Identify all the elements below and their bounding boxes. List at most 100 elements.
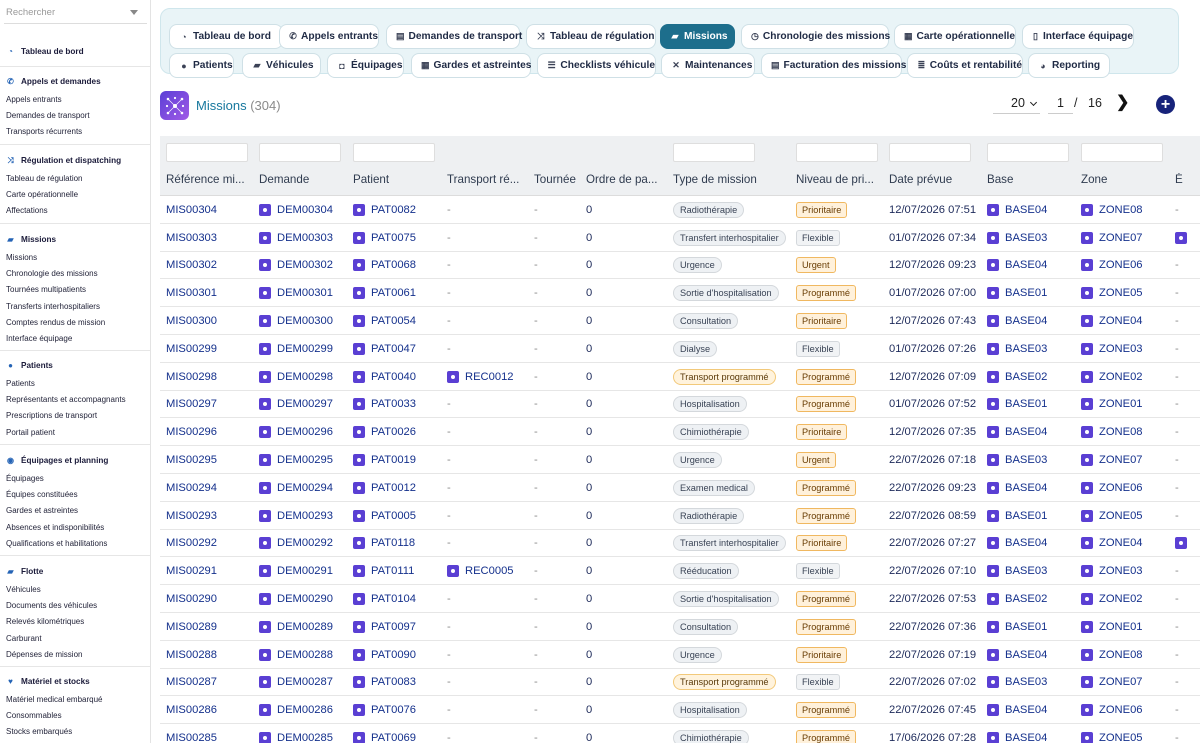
column-filter-input[interactable] bbox=[987, 143, 1069, 162]
record-link[interactable]: DEM00301 bbox=[277, 287, 333, 299]
mission-ref-link[interactable]: MIS00290 bbox=[166, 593, 217, 605]
mission-ref-link[interactable]: MIS00297 bbox=[166, 398, 217, 410]
record-link[interactable]: ZONE08 bbox=[1099, 204, 1143, 216]
record-link[interactable]: ZONE08 bbox=[1099, 426, 1143, 438]
record-link[interactable]: PAT0005 bbox=[371, 510, 416, 522]
record-link[interactable]: PAT0097 bbox=[371, 621, 416, 633]
record-link[interactable]: PAT0104 bbox=[371, 593, 416, 605]
record-link[interactable]: ZONE07 bbox=[1099, 676, 1143, 688]
record-link[interactable]: PAT0012 bbox=[371, 482, 416, 494]
record-link[interactable]: PAT0068 bbox=[371, 259, 416, 271]
column-header[interactable]: Date prévue bbox=[889, 173, 952, 186]
record-link[interactable]: BASE01 bbox=[1005, 287, 1047, 299]
mission-ref-link[interactable]: MIS00295 bbox=[166, 454, 217, 466]
table-row[interactable]: MIS00293 DEM00293 PAT0005 - - 0 Radiothérapie P… bbox=[160, 502, 1200, 530]
record-link[interactable]: BASE03 bbox=[1005, 343, 1047, 355]
record-link[interactable]: DEM00295 bbox=[277, 454, 333, 466]
mission-ref-link[interactable]: MIS00296 bbox=[166, 426, 217, 438]
record-link[interactable]: BASE01 bbox=[1005, 398, 1047, 410]
record-link[interactable]: DEM00289 bbox=[277, 621, 333, 633]
column-header[interactable]: Patient bbox=[353, 173, 389, 186]
mission-ref-link[interactable]: MIS00303 bbox=[166, 232, 217, 244]
tab-carte-op-rationnelle[interactable]: ▦ Carte opérationnelle bbox=[894, 24, 1016, 49]
sidebar-section-phone[interactable]: ✆ Appels et demandes bbox=[0, 73, 150, 89]
record-link[interactable]: PAT0090 bbox=[371, 649, 416, 661]
record-link[interactable]: PAT0118 bbox=[371, 537, 415, 549]
record-link[interactable]: ZONE01 bbox=[1099, 621, 1143, 633]
mission-ref-link[interactable]: MIS00289 bbox=[166, 621, 217, 633]
record-link[interactable]: DEM00286 bbox=[277, 704, 333, 716]
tab-interface-quipage[interactable]: ▯ Interface équipage bbox=[1022, 24, 1134, 49]
record-link[interactable]: BASE03 bbox=[1005, 676, 1047, 688]
record-link[interactable]: DEM00300 bbox=[277, 315, 333, 327]
record-link[interactable]: PAT0026 bbox=[371, 426, 416, 438]
sidebar-item[interactable]: Absences et indisponibilités bbox=[0, 520, 150, 536]
chevron-down-icon[interactable] bbox=[130, 10, 138, 15]
column-header[interactable]: Niveau de pri... bbox=[796, 173, 874, 186]
tab-co-ts-et-rentabilit-[interactable]: ≣ Coûts et rentabilité bbox=[907, 53, 1023, 78]
column-header[interactable]: Type de mission bbox=[673, 173, 757, 186]
sidebar-item[interactable]: Documents des véhicules bbox=[0, 598, 150, 614]
mission-ref-link[interactable]: MIS00292 bbox=[166, 537, 217, 549]
mission-ref-link[interactable]: MIS00299 bbox=[166, 343, 217, 355]
table-row[interactable]: MIS00301 DEM00301 PAT0061 - - 0 Sortie d'hospi… bbox=[160, 279, 1200, 308]
sidebar-item[interactable]: Équipes constituées bbox=[0, 487, 150, 503]
mission-ref-link[interactable]: MIS00298 bbox=[166, 371, 217, 383]
sidebar-item[interactable]: Gardes et astreintes bbox=[0, 503, 150, 519]
sidebar-item[interactable]: Prescriptions de transport bbox=[0, 408, 150, 424]
next-page-button[interactable]: ❯ bbox=[1116, 92, 1129, 112]
record-link[interactable]: PAT0082 bbox=[371, 204, 416, 216]
page-number-input[interactable]: 1 bbox=[1048, 96, 1073, 114]
record-link[interactable]: REC0012 bbox=[465, 371, 514, 383]
record-link[interactable]: DEM00297 bbox=[277, 398, 333, 410]
table-row[interactable]: MIS00300 DEM00300 PAT0054 - - 0 Consultation Pr… bbox=[160, 307, 1200, 335]
sidebar-item[interactable]: Interface équipage bbox=[0, 331, 150, 347]
column-header[interactable]: Demande bbox=[259, 173, 309, 186]
tab-tableau-de-bord[interactable]: ◔ Tableau de bord bbox=[169, 24, 283, 49]
column-header[interactable]: Base bbox=[987, 173, 1013, 186]
table-row[interactable]: MIS00287 DEM00287 PAT0083 - - 0 Transport prog… bbox=[160, 669, 1200, 697]
column-header[interactable]: Zone bbox=[1081, 173, 1107, 186]
tab-missions[interactable]: ▰ Missions bbox=[660, 24, 735, 49]
record-link[interactable]: DEM00287 bbox=[277, 676, 333, 688]
sidebar-item[interactable]: Tableau de régulation bbox=[0, 171, 150, 187]
tab-reporting[interactable]: ◕ Reporting bbox=[1028, 53, 1110, 78]
tab-maintenances[interactable]: ✕ Maintenances bbox=[661, 53, 755, 78]
record-link[interactable]: PAT0033 bbox=[371, 398, 416, 410]
tab-demandes-de-transport[interactable]: ▤ Demandes de transport bbox=[386, 24, 522, 49]
record-link[interactable]: ZONE07 bbox=[1099, 232, 1143, 244]
record-link[interactable]: PAT0075 bbox=[371, 232, 416, 244]
record-link[interactable]: PAT0076 bbox=[371, 704, 416, 716]
sidebar-item[interactable]: Qualifications et habilitations bbox=[0, 536, 150, 552]
column-filter-input[interactable] bbox=[166, 143, 248, 162]
sidebar-item[interactable]: Affectations bbox=[0, 203, 150, 219]
sidebar-section-person[interactable]: ● Patients bbox=[0, 357, 150, 373]
record-link[interactable]: DEM00296 bbox=[277, 426, 333, 438]
sidebar-item[interactable]: Transports récurrents bbox=[0, 124, 150, 140]
mission-ref-link[interactable]: MIS00304 bbox=[166, 204, 217, 216]
sidebar-item[interactable]: Relevés kilométriques bbox=[0, 614, 150, 630]
sidebar-item[interactable]: Comptes rendus de mission bbox=[0, 315, 150, 331]
record-link[interactable]: BASE04 bbox=[1005, 649, 1047, 661]
record-link[interactable]: PAT0054 bbox=[371, 315, 416, 327]
record-link[interactable]: DEM00294 bbox=[277, 482, 333, 494]
sidebar-item[interactable]: Dépenses de mission bbox=[0, 647, 150, 663]
record-link[interactable]: ZONE02 bbox=[1099, 371, 1143, 383]
column-filter-input[interactable] bbox=[1081, 143, 1163, 162]
column-header[interactable]: Tournée bbox=[534, 173, 576, 186]
record-link[interactable]: ZONE02 bbox=[1099, 593, 1143, 605]
table-row[interactable]: MIS00291 DEM00291 PAT0111 REC0005 - 0 Rééducat… bbox=[160, 557, 1200, 586]
column-filter-input[interactable] bbox=[796, 143, 878, 162]
table-row[interactable]: MIS00290 DEM00290 PAT0104 - - 0 Sortie d'hospi… bbox=[160, 585, 1200, 613]
record-link[interactable]: ZONE06 bbox=[1099, 482, 1143, 494]
table-row[interactable]: MIS00304 DEM00304 PAT0082 - - 0 Radiothérapie P… bbox=[160, 196, 1200, 224]
table-row[interactable]: MIS00292 DEM00292 PAT0118 - - 0 Transfert inte… bbox=[160, 530, 1200, 558]
sidebar-section-team[interactable]: ◉ Équipages et planning bbox=[0, 452, 150, 468]
sidebar-item[interactable]: Patients bbox=[0, 376, 150, 392]
table-row[interactable]: MIS00288 DEM00288 PAT0090 - - 0 Urgence Priorit… bbox=[160, 641, 1200, 669]
tab-v-hicules[interactable]: ▰ Véhicules bbox=[242, 53, 321, 78]
sidebar-item[interactable]: Transferts interhospitaliers bbox=[0, 299, 150, 315]
record-link[interactable]: PAT0069 bbox=[371, 732, 416, 743]
record-link[interactable]: BASE03 bbox=[1005, 454, 1047, 466]
record-link[interactable]: DEM00298 bbox=[277, 371, 333, 383]
